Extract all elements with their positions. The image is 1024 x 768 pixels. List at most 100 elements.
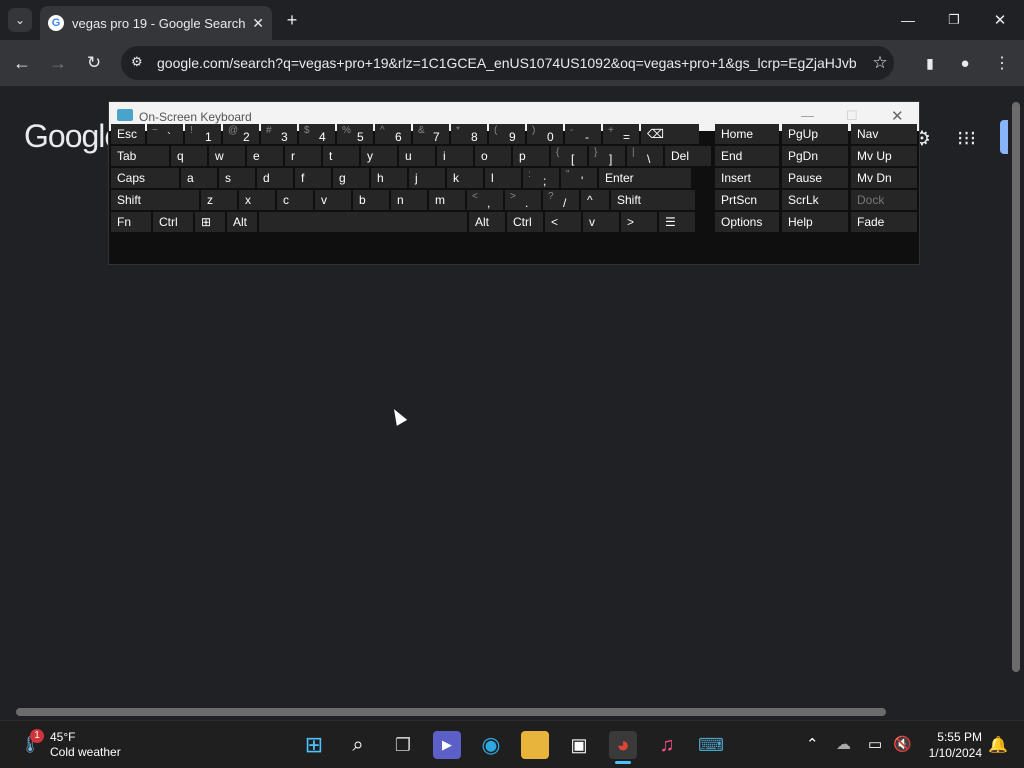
key-n[interactable]: n (391, 190, 427, 210)
key-pause[interactable]: Pause (782, 168, 848, 188)
key-nav[interactable]: Nav (851, 124, 917, 144)
key-v[interactable]: v (583, 212, 619, 232)
key-esc[interactable]: Esc (111, 124, 145, 144)
key-1[interactable]: ! 1 (185, 124, 221, 144)
key-end[interactable]: End (715, 146, 779, 166)
close-window-button[interactable]: ✕ (988, 8, 1012, 32)
key-options[interactable]: Options (715, 212, 779, 232)
active-tab[interactable]: G vegas pro 19 - Google Search ✕ (40, 6, 272, 40)
forward-button[interactable]: → (46, 51, 70, 75)
key-shift[interactable]: Shift (111, 190, 199, 210)
profile-edge-tab[interactable] (1000, 120, 1008, 154)
show-hidden-icons-icon[interactable]: ⌃ (806, 735, 819, 753)
key-3b[interactable]: :; (523, 168, 559, 188)
key-z[interactable]: z (201, 190, 237, 210)
key-mv20dn[interactable]: Mv Dn (851, 168, 917, 188)
key-caps[interactable]: Caps (111, 168, 179, 188)
task-view-icon[interactable]: ❐ (389, 731, 417, 759)
key-mv20up[interactable]: Mv Up (851, 146, 917, 166)
key-space[interactable] (259, 212, 467, 232)
edge-icon[interactable]: ◉ (477, 731, 505, 759)
key-alt[interactable]: Alt (469, 212, 505, 232)
key-y[interactable]: y (361, 146, 397, 166)
key-4[interactable]: $4 (299, 124, 335, 144)
key-i[interactable]: i (437, 146, 473, 166)
restore-button[interactable]: ❐ (942, 8, 966, 32)
site-info-icon[interactable]: ⚙ (131, 54, 143, 70)
profile-button[interactable]: ● (953, 51, 977, 75)
key-3e[interactable]: > (621, 212, 657, 232)
key-h[interactable]: h (371, 168, 407, 188)
menu-button[interactable]: ⋮ (990, 51, 1014, 75)
side-panel-button[interactable]: ▮ (918, 51, 942, 75)
key-p[interactable]: p (513, 146, 549, 166)
key-3c[interactable]: < (545, 212, 581, 232)
key-o[interactable]: o (475, 146, 511, 166)
key-232b[interactable]: ⌫ (641, 124, 699, 144)
key-c[interactable]: c (277, 190, 313, 210)
key-9[interactable]: (9 (489, 124, 525, 144)
key-5b[interactable]: {[ (551, 146, 587, 166)
key-fade[interactable]: Fade (851, 212, 917, 232)
key-r[interactable]: r (285, 146, 321, 166)
key-home[interactable]: Home (715, 124, 779, 144)
apps-grid-icon[interactable]: ⁝⁝⁝ (957, 126, 976, 151)
notifications-bell-icon[interactable]: 🔔 (988, 735, 1008, 755)
key-fn[interactable]: Fn (111, 212, 151, 232)
vertical-scrollbar[interactable] (1008, 86, 1024, 704)
microsoft-store-icon[interactable]: ▣ (565, 731, 593, 759)
key-5c[interactable]: | \ (627, 146, 663, 166)
key-b[interactable]: b (353, 190, 389, 210)
key-tab[interactable]: Tab (111, 146, 169, 166)
key-2[interactable]: @2 (223, 124, 259, 144)
key-del[interactable]: Del (665, 146, 711, 166)
key-shift[interactable]: Shift (611, 190, 695, 210)
key-k[interactable]: k (447, 168, 483, 188)
key-j[interactable]: j (409, 168, 445, 188)
file-explorer-icon[interactable] (521, 731, 549, 759)
reload-button[interactable]: ↻ (82, 51, 106, 75)
key-prtscn[interactable]: PrtScn (715, 190, 779, 210)
close-tab-icon[interactable]: ✕ (252, 15, 264, 32)
key-t[interactable]: t (323, 146, 359, 166)
key-u[interactable]: u (399, 146, 435, 166)
search-icon[interactable]: ⌕ (344, 731, 372, 759)
key-insert[interactable]: Insert (715, 168, 779, 188)
key-e[interactable]: e (247, 146, 283, 166)
weather-widget[interactable]: 🌡 1 45°F Cold weather (20, 729, 150, 761)
horizontal-scroll-thumb[interactable] (16, 708, 886, 716)
key-7[interactable]: & 7 (413, 124, 449, 144)
back-button[interactable]: ← (10, 51, 34, 75)
key-2f[interactable]: ? / (543, 190, 579, 210)
clock[interactable]: 5:55 PM 1/10/2024 (918, 729, 982, 761)
key-s[interactable]: s (219, 168, 255, 188)
new-tab-button[interactable]: + (282, 10, 302, 30)
key-f[interactable]: f (295, 168, 331, 188)
network-icon[interactable]: ▭ (868, 735, 882, 753)
minimize-button[interactable]: — (896, 8, 920, 32)
key-5e[interactable]: ^ (581, 190, 609, 210)
address-bar[interactable]: ⚙ google.com/search?q=vegas+pro+19&rlz=1… (121, 46, 894, 80)
osk-close-button[interactable]: ✕ (891, 107, 904, 125)
key-d[interactable]: d (257, 168, 293, 188)
key-6[interactable]: ^ 6 (375, 124, 411, 144)
key-ctrl[interactable]: Ctrl (153, 212, 193, 232)
volume-muted-icon[interactable]: 🔇 (893, 735, 912, 753)
key-2c[interactable]: <, (467, 190, 503, 210)
teams-icon[interactable]: ▶ (433, 731, 461, 759)
key-5[interactable]: % 5 (337, 124, 373, 144)
chrome-icon[interactable]: ◕ (609, 731, 637, 759)
key-v[interactable]: v (315, 190, 351, 210)
key-8[interactable]: * 8 (451, 124, 487, 144)
osk-minimize-button[interactable]: — (801, 108, 814, 123)
key-a[interactable]: a (181, 168, 217, 188)
itunes-icon[interactable]: ♫ (653, 731, 681, 759)
key-pgup[interactable]: PgUp (782, 124, 848, 144)
osk-maximize-button[interactable]: ☐ (846, 108, 858, 124)
key-alt[interactable]: Alt (227, 212, 257, 232)
key-2d[interactable]: -- (565, 124, 601, 144)
key-ctrl[interactable]: Ctrl (507, 212, 543, 232)
key-enter[interactable]: Enter (599, 168, 691, 188)
key-help[interactable]: Help (782, 212, 848, 232)
key-w[interactable]: w (209, 146, 245, 166)
